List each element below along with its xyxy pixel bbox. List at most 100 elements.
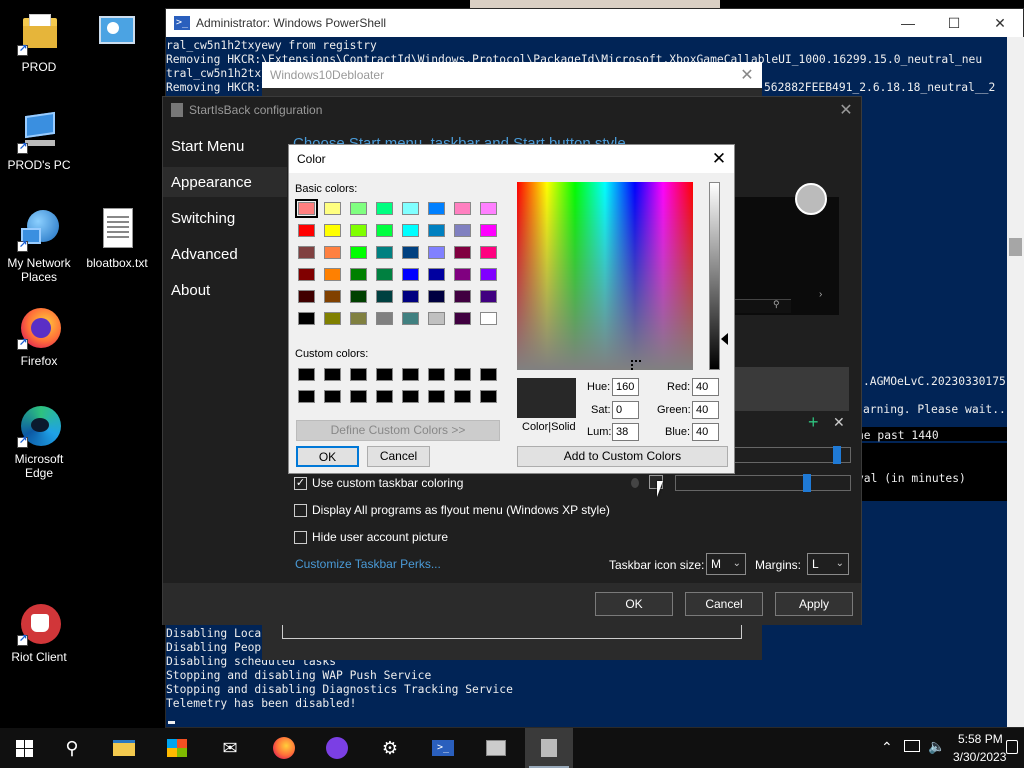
style-preview[interactable]: › bbox=[723, 183, 839, 315]
desktop-icon-control-panel[interactable] bbox=[79, 12, 155, 60]
desktop-icon-firefox[interactable]: Firefox bbox=[1, 306, 77, 368]
basic-color-swatch[interactable] bbox=[376, 224, 393, 237]
close-button[interactable]: ✕ bbox=[831, 100, 861, 120]
nav-switching[interactable]: Switching bbox=[171, 210, 235, 227]
basic-color-swatch[interactable] bbox=[324, 312, 341, 325]
custom-color-swatch[interactable] bbox=[298, 390, 315, 403]
show-hidden-icons-button[interactable]: ⌃ bbox=[881, 739, 893, 756]
basic-color-swatch[interactable] bbox=[428, 268, 445, 281]
custom-color-swatch[interactable] bbox=[298, 368, 315, 381]
basic-color-swatch[interactable] bbox=[298, 268, 315, 281]
nav-start-menu[interactable]: Start Menu bbox=[171, 138, 244, 155]
basic-color-swatch[interactable] bbox=[480, 202, 497, 215]
basic-color-swatch[interactable] bbox=[350, 246, 367, 259]
basic-color-swatch[interactable] bbox=[402, 224, 419, 237]
network-icon[interactable] bbox=[904, 740, 920, 752]
basic-color-swatch[interactable] bbox=[298, 224, 315, 237]
close-button[interactable]: ✕ bbox=[704, 149, 734, 169]
desktop-icon-network[interactable]: My Network Places bbox=[1, 208, 77, 284]
basic-color-swatch[interactable] bbox=[376, 290, 393, 303]
remove-icon[interactable]: ✕ bbox=[833, 414, 845, 431]
cancel-button[interactable]: Cancel bbox=[685, 592, 763, 616]
checkbox-flyout-menu[interactable]: Display All programs as flyout menu (Win… bbox=[294, 503, 610, 517]
basic-color-swatch[interactable] bbox=[428, 224, 445, 237]
nav-appearance[interactable]: Appearance bbox=[171, 174, 252, 191]
color-slider-thumb-1[interactable] bbox=[833, 446, 841, 464]
lum-input[interactable]: 38 bbox=[612, 423, 639, 441]
basic-color-swatch[interactable] bbox=[402, 246, 419, 259]
add-icon[interactable]: + bbox=[808, 412, 819, 433]
basic-color-swatch[interactable] bbox=[376, 202, 393, 215]
basic-color-swatch[interactable] bbox=[350, 202, 367, 215]
cancel-button[interactable]: Cancel bbox=[367, 446, 430, 467]
custom-color-swatch[interactable] bbox=[480, 390, 497, 403]
desktop-icon-riot[interactable]: Riot Client bbox=[1, 602, 77, 664]
blue-input[interactable]: 40 bbox=[692, 423, 719, 441]
define-custom-colors-button[interactable]: Define Custom Colors >> bbox=[296, 420, 500, 441]
clock-date[interactable]: 3/30/2023 bbox=[953, 750, 1006, 764]
basic-color-swatch[interactable] bbox=[350, 290, 367, 303]
custom-color-swatch[interactable] bbox=[350, 368, 367, 381]
add-to-custom-colors-button[interactable]: Add to Custom Colors bbox=[517, 446, 728, 467]
startisback-titlebar[interactable]: StartIsBack configuration ✕ bbox=[163, 97, 861, 123]
taskbar-debloater[interactable] bbox=[472, 728, 520, 768]
taskbar-file-explorer[interactable] bbox=[100, 728, 148, 768]
desktop-icon-prod[interactable]: PROD bbox=[1, 12, 77, 74]
basic-color-swatch[interactable] bbox=[402, 312, 419, 325]
nav-about[interactable]: About bbox=[171, 282, 210, 299]
minimize-button[interactable]: — bbox=[885, 15, 931, 32]
basic-color-swatch[interactable] bbox=[454, 268, 471, 281]
clock-time[interactable]: 5:58 PM bbox=[958, 732, 1003, 746]
basic-color-swatch[interactable] bbox=[480, 268, 497, 281]
basic-color-swatch[interactable] bbox=[376, 312, 393, 325]
color-slider-thumb-2[interactable] bbox=[803, 474, 811, 492]
checkbox-box[interactable] bbox=[294, 530, 307, 544]
basic-color-swatch[interactable] bbox=[350, 224, 367, 237]
color-dialog[interactable]: Color ✕ Basic colors: Custom colors: Def… bbox=[288, 144, 735, 474]
desktop-icon-edge[interactable]: Microsoft Edge bbox=[1, 404, 77, 480]
custom-color-swatch[interactable] bbox=[324, 390, 341, 403]
hue-input[interactable]: 160 bbox=[612, 378, 639, 396]
basic-color-swatch[interactable] bbox=[480, 290, 497, 303]
nav-advanced[interactable]: Advanced bbox=[171, 246, 238, 263]
taskbar-mail[interactable]: ✉ bbox=[206, 728, 254, 768]
taskbar-firefox[interactable] bbox=[260, 728, 308, 768]
ok-button[interactable]: OK bbox=[595, 592, 673, 616]
checkbox-hide-account-picture[interactable]: Hide user account picture bbox=[294, 530, 448, 544]
basic-color-swatch[interactable] bbox=[295, 199, 318, 218]
basic-color-swatch[interactable] bbox=[324, 202, 341, 215]
custom-color-swatch[interactable] bbox=[454, 390, 471, 403]
basic-color-swatch[interactable] bbox=[480, 246, 497, 259]
volume-muted-icon[interactable]: 🔈 bbox=[928, 738, 945, 755]
taskbar-app-purple[interactable] bbox=[313, 728, 361, 768]
basic-color-swatch[interactable] bbox=[428, 312, 445, 325]
taskbar-powershell[interactable]: >_ bbox=[419, 728, 467, 768]
checkbox-box[interactable]: ✓ bbox=[294, 476, 307, 490]
basic-color-swatch[interactable] bbox=[324, 268, 341, 281]
maximize-button[interactable]: ☐ bbox=[931, 15, 977, 32]
close-button[interactable]: ✕ bbox=[977, 15, 1023, 32]
basic-color-swatch[interactable] bbox=[324, 224, 341, 237]
basic-color-swatch[interactable] bbox=[454, 312, 471, 325]
basic-color-swatch[interactable] bbox=[428, 290, 445, 303]
scrollbar-thumb[interactable] bbox=[1009, 238, 1022, 256]
luminance-arrow-icon[interactable] bbox=[721, 333, 728, 345]
basic-color-swatch[interactable] bbox=[298, 312, 315, 325]
search-button[interactable]: ⚲ bbox=[48, 728, 96, 768]
basic-color-swatch[interactable] bbox=[480, 312, 497, 325]
close-button[interactable]: ✕ bbox=[732, 65, 762, 85]
custom-color-swatch[interactable] bbox=[428, 390, 445, 403]
custom-color-swatch[interactable] bbox=[324, 368, 341, 381]
sat-input[interactable]: 0 bbox=[612, 401, 639, 419]
debloater-titlebar[interactable]: Windows10Debloater ✕ bbox=[262, 62, 762, 88]
taskbar-settings[interactable]: ⚙ bbox=[366, 728, 414, 768]
basic-color-swatch[interactable] bbox=[454, 202, 471, 215]
basic-color-swatch[interactable] bbox=[350, 312, 367, 325]
green-input[interactable]: 40 bbox=[692, 401, 719, 419]
apply-button[interactable]: Apply bbox=[775, 592, 853, 616]
taskbar-startisback[interactable] bbox=[525, 728, 573, 768]
basic-color-swatch[interactable] bbox=[402, 202, 419, 215]
color-spectrum[interactable] bbox=[517, 182, 693, 370]
basic-color-swatch[interactable] bbox=[324, 290, 341, 303]
color-dialog-titlebar[interactable]: Color ✕ bbox=[289, 145, 734, 173]
